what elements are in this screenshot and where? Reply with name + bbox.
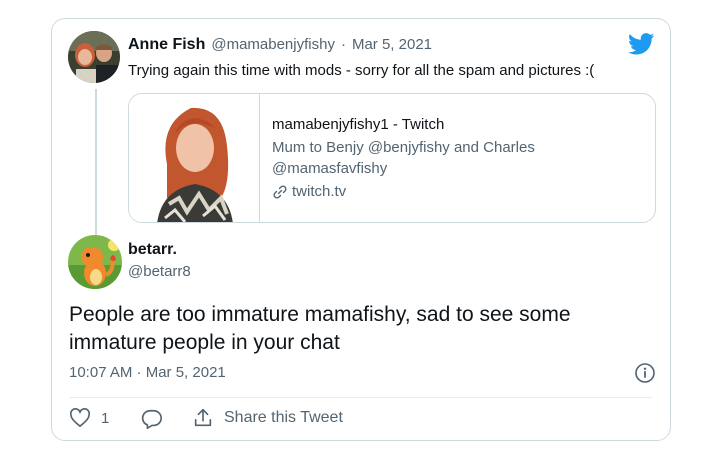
quoted-tweet-header: Anne Fish @mamabenjyfishy · Mar 5, 2021 [128,36,432,54]
like-count: 1 [101,409,110,427]
link-thumbnail [129,94,260,222]
reply-author-name[interactable]: betarr. [128,241,177,259]
profile-photo-image [129,94,259,222]
divider [70,397,652,398]
twitter-bird-icon[interactable] [628,33,655,55]
heart-icon[interactable] [69,408,91,428]
thread-line [95,89,97,246]
reply-timestamp[interactable]: 10:07 AM · Mar 5, 2021 [69,364,226,381]
separator: · [340,36,346,53]
link-description-line2: @mamasfavfishy [272,160,388,177]
link-icon [273,184,287,199]
link-domain: twitch.tv [292,183,347,200]
link-preview-card[interactable]: mamabenjyfishy1 - Twitch Mum to Benjy @b… [128,93,656,223]
quoted-tweet-text: Trying again this time with mods - sorry… [128,62,595,79]
reply-icon[interactable] [141,408,163,430]
avatar-betarr[interactable] [68,235,122,289]
share-tweet-button[interactable]: Share this Tweet [192,407,343,429]
reply-text-line2: immature people in your chat [69,331,340,354]
link-domain-row: twitch.tv [272,183,346,200]
avatar-image [68,31,120,83]
avatar-image [68,235,122,289]
info-icon[interactable] [634,362,656,384]
share-label: Share this Tweet [224,409,343,426]
reply-text-line1: People are too immature mamafishy, sad t… [69,303,571,326]
share-icon[interactable] [192,407,214,429]
author-handle[interactable]: @mamabenjyfishy [211,36,335,53]
tweet-date[interactable]: Mar 5, 2021 [352,36,432,53]
avatar-anne-fish[interactable] [68,31,120,83]
link-title: mamabenjyfishy1 - Twitch [272,116,445,133]
like-action[interactable]: 1 [69,408,109,428]
link-description-line1: Mum to Benjy @benjyfishy and Charles [272,139,535,156]
reply-author-handle[interactable]: @betarr8 [128,263,191,280]
author-name[interactable]: Anne Fish [128,36,205,54]
tweet-embed-card: Anne Fish @mamabenjyfishy · Mar 5, 2021 … [51,18,671,441]
